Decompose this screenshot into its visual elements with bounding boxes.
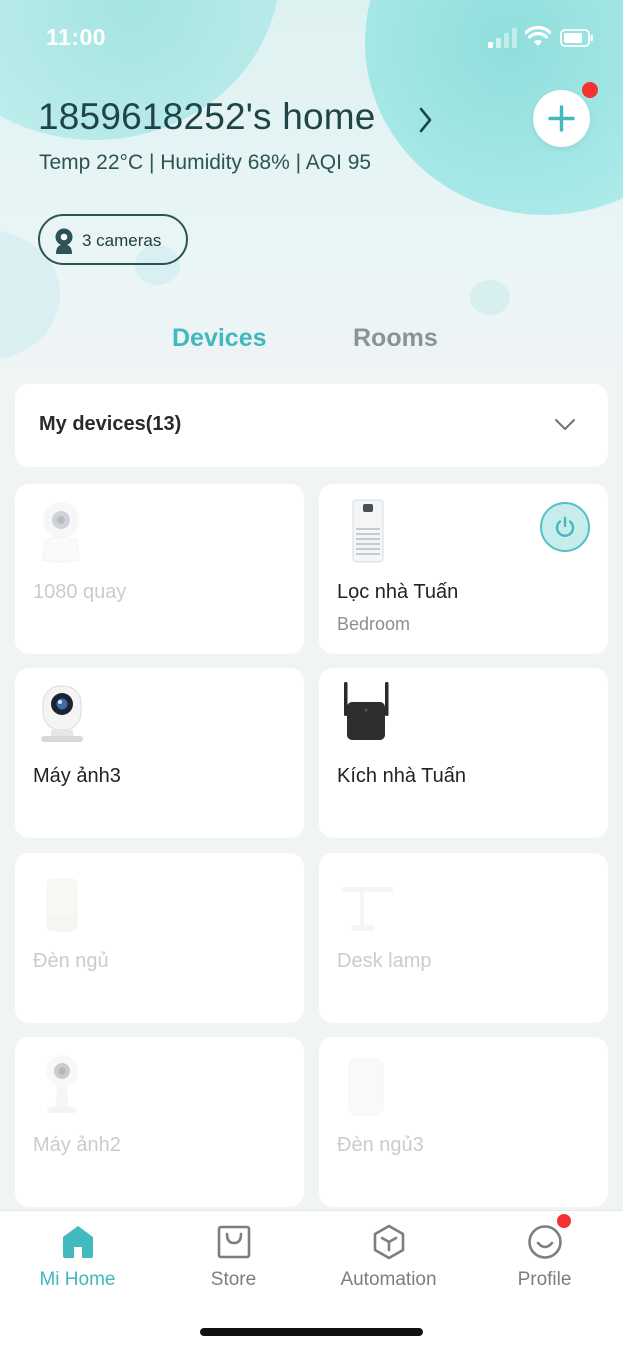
device-card-den-ngu[interactable]: Đèn ngủ <box>15 853 304 1023</box>
camera-icon <box>41 685 83 742</box>
device-card-loc-nha-tuan[interactable]: Lọc nhà Tuấn Bedroom <box>319 484 608 654</box>
cameras-button[interactable]: 3 cameras <box>38 214 188 265</box>
notification-dot <box>582 82 598 98</box>
tab-rooms[interactable]: Rooms <box>353 324 438 353</box>
chevron-right-icon[interactable] <box>418 106 434 134</box>
power-toggle-button[interactable] <box>540 502 590 552</box>
status-bar: 11:00 <box>0 0 623 80</box>
device-card-desk-lamp[interactable]: Desk lamp <box>319 853 608 1023</box>
plus-icon <box>548 105 575 132</box>
decor-bubble <box>470 280 510 315</box>
device-card-may-anh3[interactable]: Máy ảnh3 <box>15 668 304 838</box>
device-card-may-anh2[interactable]: Máy ảnh2 <box>15 1037 304 1207</box>
device-card-kich-nha-tuan[interactable]: Kích nhà Tuấn <box>319 668 608 838</box>
device-name: 1080 quay <box>33 581 127 603</box>
device-name: Máy ảnh3 <box>33 765 121 787</box>
wifi-icon <box>525 26 551 46</box>
store-bag-icon <box>217 1225 250 1259</box>
device-name: Đèn ngủ <box>33 950 109 972</box>
my-devices-label: My devices(13) <box>39 413 182 435</box>
battery-icon <box>560 29 593 47</box>
device-name: Đèn ngủ3 <box>337 1134 424 1156</box>
nav-label: Store <box>210 1269 257 1290</box>
my-devices-dropdown[interactable]: My devices(13) <box>15 384 608 467</box>
bedside-lamp-icon <box>348 1058 384 1116</box>
chevron-down-icon <box>555 419 575 430</box>
device-card-den-ngu3[interactable]: Đèn ngủ3 <box>319 1037 608 1207</box>
nav-label: Mi Home <box>39 1269 116 1290</box>
desk-lamp-icon <box>341 887 393 931</box>
wifi-extender-icon <box>344 682 389 740</box>
cellular-signal-icon <box>488 28 517 48</box>
home-title[interactable]: 1859618252's home <box>38 96 376 138</box>
camera-360-icon <box>42 502 80 563</box>
nav-mi-home[interactable]: Mi Home <box>0 1211 155 1301</box>
bedside-lamp-icon <box>46 878 78 932</box>
device-name: Máy ảnh2 <box>33 1134 121 1156</box>
device-card-1080-quay[interactable]: 1080 quay <box>15 484 304 654</box>
automation-icon <box>373 1224 404 1260</box>
nav-store[interactable]: Store <box>156 1211 311 1301</box>
status-time: 11:00 <box>46 24 107 50</box>
device-name: Desk lamp <box>337 950 432 972</box>
nav-label: Profile <box>517 1269 572 1290</box>
home-icon <box>62 1226 93 1258</box>
tab-devices[interactable]: Devices <box>172 324 267 353</box>
profile-icon <box>527 1225 562 1259</box>
environment-readout: Temp 22°C | Humidity 68% | AQI 95 <box>39 151 372 174</box>
camera-person-icon <box>55 228 73 254</box>
cameras-label: 3 cameras <box>82 231 162 250</box>
nav-label: Automation <box>340 1269 437 1290</box>
device-name: Lọc nhà Tuấn <box>337 581 459 603</box>
device-room: Bedroom <box>337 614 411 634</box>
device-name: Kích nhà Tuấn <box>337 765 466 787</box>
power-icon <box>555 516 575 537</box>
camera-icon <box>46 1055 78 1113</box>
nav-profile[interactable]: Profile <box>467 1211 622 1301</box>
add-device-button[interactable] <box>533 90 590 147</box>
home-indicator <box>200 1328 423 1336</box>
nav-automation[interactable]: Automation <box>311 1211 466 1301</box>
air-purifier-icon <box>352 499 384 563</box>
profile-notification-dot <box>557 1214 571 1228</box>
